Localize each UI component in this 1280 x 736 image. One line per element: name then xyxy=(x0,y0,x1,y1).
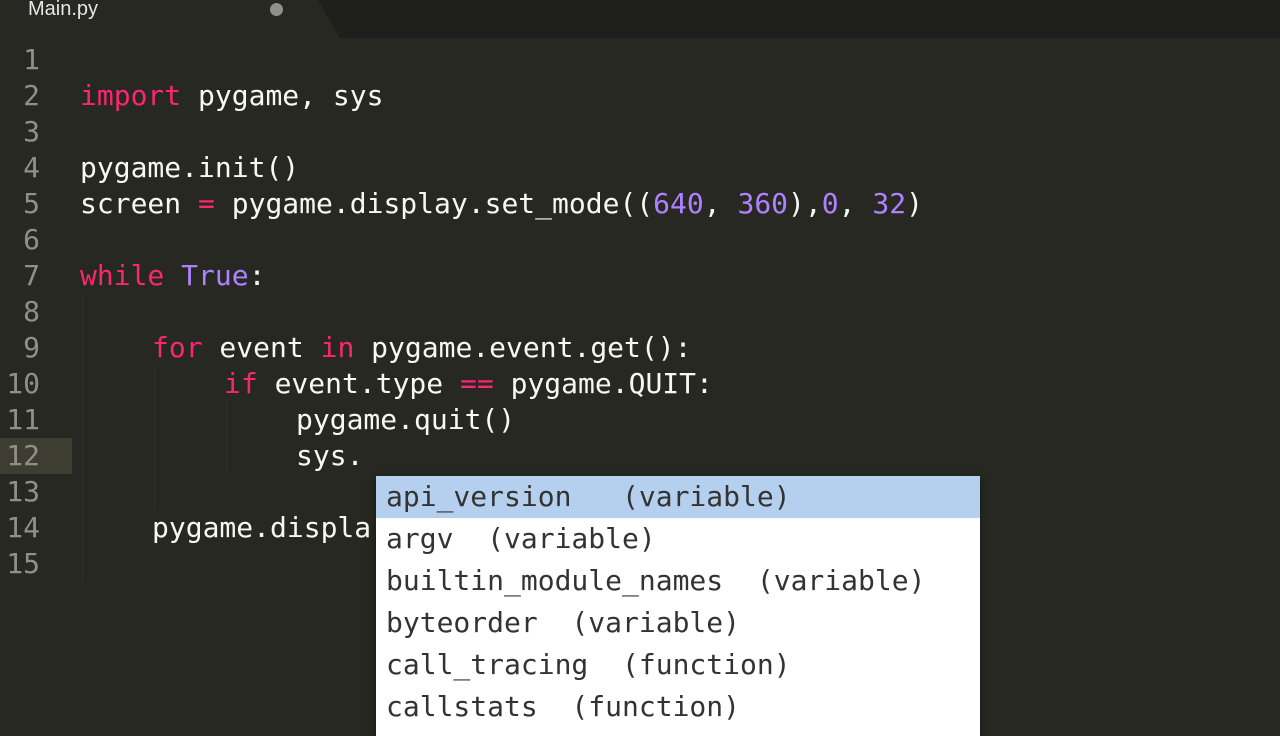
keyword-for: for xyxy=(152,331,203,364)
line-number: 14 xyxy=(6,511,40,544)
line-number: 7 xyxy=(23,259,40,292)
code-text: ) xyxy=(906,187,923,220)
autocomplete-item-label: api_version (variable) xyxy=(386,480,791,513)
keyword-in: in xyxy=(320,331,355,364)
autocomplete-item-label: builtin_module_names (variable) xyxy=(386,564,926,597)
number-literal: 0 xyxy=(821,187,839,220)
code-line-12: sys. xyxy=(296,439,364,472)
code-text: pygame, sys xyxy=(181,79,384,112)
keyword-if: if xyxy=(224,367,258,400)
tab-title: Main.py xyxy=(28,0,99,20)
constant-true: True xyxy=(181,259,249,292)
line-number: 12 xyxy=(6,439,40,472)
code-text: event.type xyxy=(257,367,461,400)
autocomplete-item-label: callstats (function) xyxy=(386,690,741,723)
code-line-2: import pygame, sys xyxy=(80,78,383,114)
keyword-import: import xyxy=(80,79,182,112)
autocomplete-item[interactable]: call_tracing (function) xyxy=(376,644,980,686)
code-line-14: pygame.displa xyxy=(152,511,372,544)
line-number: 13 xyxy=(6,475,40,508)
autocomplete-item-label: call_tracing (function) xyxy=(386,648,791,681)
tab-main-py[interactable]: Main.py xyxy=(0,0,340,38)
number-literal: 32 xyxy=(872,187,907,220)
line-number: 2 xyxy=(23,79,40,112)
code-text: : xyxy=(248,259,266,292)
code-line-4: pygame.init() xyxy=(80,151,300,184)
line-number: 5 xyxy=(23,187,40,220)
indent-guide xyxy=(154,366,155,510)
code-line-5: screen = pygame.display.set_mode((640, 3… xyxy=(80,186,923,222)
line-number: 6 xyxy=(23,223,40,256)
keyword-while: while xyxy=(80,259,165,292)
code-line-9: for event in pygame.event.get(): xyxy=(152,330,691,366)
tab-bar: Main.py xyxy=(0,0,1280,38)
autocomplete-item[interactable]: callstats (function) xyxy=(376,686,980,728)
indent-guide xyxy=(82,294,83,582)
equals-operator: == xyxy=(460,367,494,400)
line-number: 10 xyxy=(6,367,40,400)
line-number: 1 xyxy=(23,43,40,76)
code-text: ), xyxy=(788,187,822,220)
code-text: , xyxy=(838,187,873,220)
code-text: pygame.display.set_mode(( xyxy=(214,187,654,220)
autocomplete-item-label: byteorder (variable) xyxy=(386,606,741,639)
autocomplete-item-selected[interactable]: api_version (variable) xyxy=(376,476,980,518)
autocomplete-item[interactable]: argv (variable) xyxy=(376,518,980,560)
code-line-7: while True: xyxy=(80,258,265,294)
line-number: 3 xyxy=(23,115,40,148)
number-literal: 360 xyxy=(737,187,789,220)
number-literal: 640 xyxy=(653,187,704,220)
autocomplete-popup[interactable]: api_version (variable) argv (variable) b… xyxy=(376,476,980,736)
code-text: , xyxy=(703,187,738,220)
line-number: 11 xyxy=(6,403,40,436)
line-number: 4 xyxy=(23,151,40,184)
indent-guide xyxy=(226,402,227,474)
assign-operator: = xyxy=(198,187,215,220)
line-number: 15 xyxy=(6,547,40,580)
code-line-11: pygame.quit() xyxy=(296,403,516,436)
code-text: pygame.event.get(): xyxy=(354,331,692,364)
code-text: event xyxy=(202,331,321,364)
autocomplete-item[interactable]: builtin_module_names (variable) xyxy=(376,560,980,602)
line-number: 9 xyxy=(23,331,40,364)
code-line-10: if event.type == pygame.QUIT: xyxy=(224,366,713,402)
autocomplete-item-label: argv (variable) xyxy=(386,522,656,555)
unsaved-dot-icon[interactable] xyxy=(270,3,283,16)
code-text: pygame.QUIT: xyxy=(493,367,713,400)
line-number: 8 xyxy=(23,295,40,328)
autocomplete-item[interactable]: byteorder (variable) xyxy=(376,602,980,644)
code-text: screen xyxy=(80,187,199,220)
